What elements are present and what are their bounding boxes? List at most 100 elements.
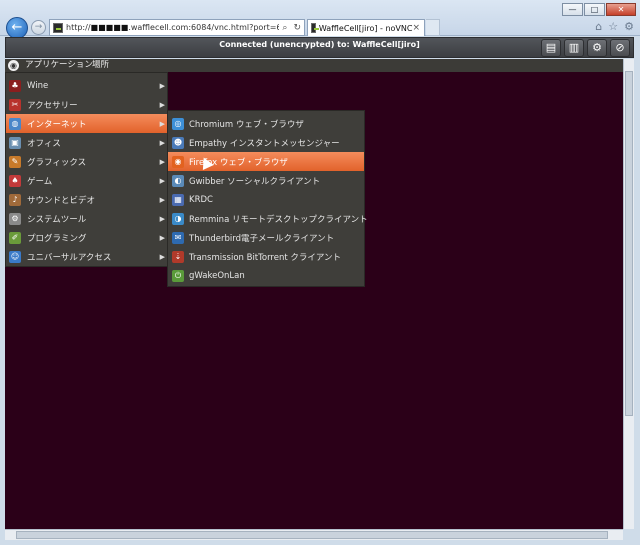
places-menu[interactable]: 場所 [92,59,109,72]
main-menu-label: インターネット [27,119,87,130]
submenu-arrow-icon: ▶ [159,176,165,185]
maximize-button[interactable]: □ [584,3,605,16]
clipboard-button[interactable]: ▥ [564,39,584,57]
main-menu-item[interactable]: ✂ アクセサリー ▶ [6,95,167,114]
disconnect-button[interactable]: ⊘ [610,39,630,57]
main-menu-item[interactable]: ♠ ゲーム ▶ [6,171,167,190]
main-menu-label: ユニバーサルアクセス [27,252,112,263]
sub-menu-label: Thunderbird電子メールクライアント [189,233,335,244]
send-keys-button[interactable]: ▤ [541,39,561,57]
gwibber-icon: ◐ [172,174,184,187]
vertical-scrollbar[interactable] [623,59,634,529]
gwakeonlan-icon: ⏻ [172,269,184,282]
browser-tab[interactable]: WaffleCell[jiro] - noVNC × [307,19,425,36]
horizontal-scroll-thumb[interactable] [16,531,608,539]
vertical-scroll-thumb[interactable] [625,71,633,416]
transmission-icon: ⇣ [172,250,184,263]
sub-menu-item[interactable]: ⇣ Transmission BitTorrent クライアント [168,247,364,266]
main-menu-label: システムツール [27,214,87,225]
forward-arrow-icon: → [34,22,43,32]
submenu-arrow-icon: ▶ [159,195,165,204]
sub-menu-item[interactable]: ◑ Remmina リモートデスクトップクライアント [168,209,368,228]
krdc-icon: ▦ [172,193,184,206]
submenu-arrow-icon: ▶ [159,233,165,242]
main-menu-item[interactable]: ▣ オフィス ▶ [6,133,167,152]
tab-title: WaffleCell[jiro] - noVNC [318,23,413,33]
forward-button[interactable]: → [31,20,46,35]
sub-menu-label: Empathy インスタントメッセンジャー [189,138,340,149]
sub-menu-item[interactable]: ⏻ gWakeOnLan [168,266,364,285]
main-menu-item[interactable]: ♣ Wine ▶ [6,76,167,95]
minimize-button[interactable]: — [562,3,583,16]
main-menu-item[interactable]: ⚙ システムツール ▶ [6,209,167,228]
sub-menu-label: Transmission BitTorrent クライアント [189,252,342,263]
sub-menu-label: Chromium ウェブ・ブラウザ [189,119,304,130]
home-icon[interactable]: ⌂ [595,20,602,33]
wine-icon: ♣ [9,79,21,92]
window-controls: — □ ✕ [561,3,636,16]
chromium-icon: ◎ [172,117,184,130]
submenu-arrow-icon: ▶ [159,138,165,147]
tab-close-icon[interactable]: × [412,23,420,33]
new-tab-button[interactable] [426,19,440,36]
back-button[interactable]: ← [6,17,28,39]
main-menu-item[interactable]: ✐ プログラミング ▶ [6,228,167,247]
browser-chrome: — □ ✕ ← → http://■■■■■.wafflecell.com:60… [0,0,640,39]
main-menu-label: アクセサリー [27,100,78,111]
main-menu-label: グラフィックス [27,157,87,168]
refresh-icon[interactable]: ↻ [293,23,301,33]
address-bar[interactable]: http://■■■■■.wafflecell.com:6084/vnc.htm… [49,19,305,36]
novnc-control-bar: Connected (unencrypted) to: WaffleCell[j… [5,37,634,58]
main-menu-label: オフィス [27,138,61,149]
main-menu-item[interactable]: ☺ ユニバーサルアクセス ▶ [6,247,167,266]
main-menu-item[interactable]: ◍ インターネット ▶ [6,114,167,133]
sub-menu-item[interactable]: ◐ Gwibber ソーシャルクライアント [168,171,364,190]
main-menu-item[interactable]: ♪ サウンドとビデオ ▶ [6,190,167,209]
graphics-icon: ✎ [9,155,21,168]
submenu-arrow-icon: ▶ [159,157,165,166]
settings-button[interactable]: ⚙ [587,39,607,57]
redacted-host: ■■■■■ [90,23,129,32]
ubuntu-top-panel: ◉ アプリケーション 場所 [5,59,623,72]
empathy-icon: ☻ [172,136,184,149]
connection-status: Connected (unencrypted) to: WaffleCell[j… [219,40,420,49]
sub-menu-item[interactable]: ✉ Thunderbird電子メールクライアント [168,228,364,247]
main-menu-label: プログラミング [27,233,87,244]
firefox-icon: ◉ [172,155,184,168]
browser-toolbar-icons: ⌂ ☆ ⚙ [595,20,634,33]
games-icon: ♠ [9,174,21,187]
main-menu-label: ゲーム [27,176,53,187]
horizontal-scrollbar[interactable] [5,529,623,540]
main-menu-label: サウンドとビデオ [27,195,96,206]
sub-menu-item[interactable]: ▦ KRDC [168,190,364,209]
internet-submenu-list: ◎ Chromium ウェブ・ブラウザ ☻ Empathy インスタントメッセンジャー… [167,110,368,287]
programming-icon: ✐ [9,231,21,244]
sub-menu-label: KRDC [189,194,213,205]
system-tools-icon: ⚙ [9,212,21,225]
submenu-arrow-icon: ▶ [159,214,165,223]
settings-gear-icon[interactable]: ⚙ [624,20,634,33]
office-icon: ▣ [9,136,21,149]
search-icon[interactable]: ⌕ [282,23,287,33]
url-text[interactable]: http://■■■■■.wafflecell.com:6084/vnc.htm… [66,23,279,32]
main-menu-item[interactable]: ✎ グラフィックス ▶ [6,152,167,171]
tab-favicon-icon [311,23,319,33]
remmina-icon: ◑ [172,212,184,225]
applications-menu-list: ♣ Wine ▶ ✂ アクセサリー ▶ ◍ インターネット ▶ ▣ オフィス ▶ ✎ グラフィックス ▶ ♠ ゲ… [5,72,168,267]
close-button[interactable]: ✕ [606,3,636,16]
sub-menu-item[interactable]: ☻ Empathy インスタントメッセンジャー [168,133,364,152]
applications-menu[interactable]: アプリケーション [25,59,93,72]
novnc-buttons: ▤ ▥ ⚙ ⊘ [541,39,630,57]
favorites-star-icon[interactable]: ☆ [608,20,618,33]
site-favicon-icon [53,22,63,33]
submenu-arrow-icon: ▶ [159,100,165,109]
ubuntu-logo-icon[interactable]: ◉ [8,60,19,71]
sub-menu-item[interactable]: ◎ Chromium ウェブ・ブラウザ [168,114,364,133]
submenu-arrow-icon: ▶ [159,252,165,261]
thunderbird-icon: ✉ [172,231,184,244]
sub-menu-item[interactable]: ◉ Firefox ウェブ・ブラウザ [168,152,364,171]
submenu-arrow-icon: ▶ [159,81,165,90]
universal-access-icon: ☺ [9,250,21,263]
internet-icon: ◍ [9,117,21,130]
submenu-arrow-icon: ▶ [159,119,165,128]
